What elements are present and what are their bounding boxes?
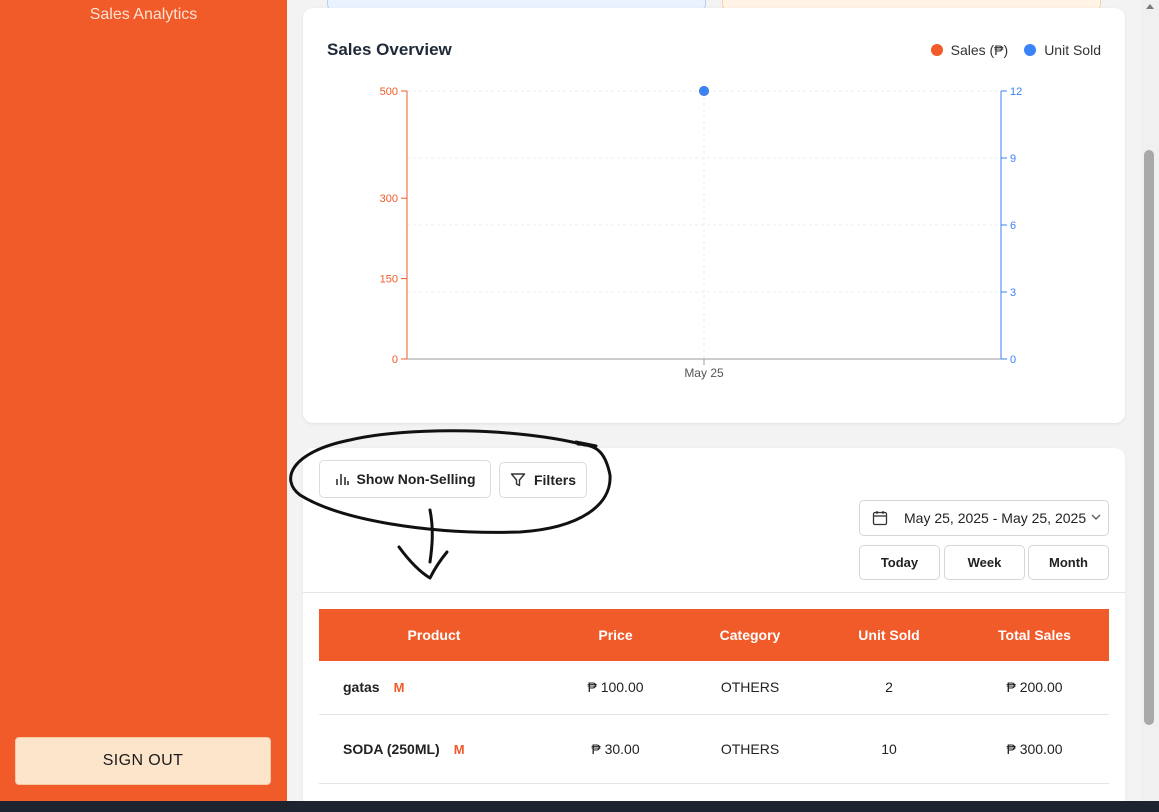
left-tick-label: 0 [392, 354, 398, 366]
left-tick-label: 500 [380, 86, 398, 98]
product-name: gatas [343, 679, 380, 696]
chart-legend: Sales (₱) Unit Sold [930, 42, 1101, 58]
divider [303, 592, 1125, 593]
filter-icon [510, 473, 526, 487]
column-header-unit-sold[interactable]: Unit Sold [818, 609, 960, 661]
table-header-row: Product Price Category Unit Sold Total S… [319, 609, 1109, 661]
x-tick-label: May 25 [684, 366, 724, 380]
legend-label-sales: Sales (₱) [950, 42, 1009, 58]
column-header-price[interactable]: Price [549, 609, 682, 661]
calendar-icon [872, 511, 888, 526]
product-badge: M [393, 680, 405, 696]
sales-table: Product Price Category Unit Sold Total S… [319, 609, 1109, 784]
product-cell: gatas M [319, 661, 549, 714]
bar-chart-icon [335, 474, 349, 485]
category-cell: OTHERS [720, 679, 780, 696]
right-tick-label: 12 [1010, 86, 1022, 98]
legend-item-sales[interactable]: Sales (₱) [930, 42, 1009, 58]
scroll-up-arrow-icon[interactable] [1146, 4, 1154, 9]
sign-out-button[interactable]: SIGN OUT [15, 737, 271, 785]
main-content: 0 150 300 500 0 3 6 9 12 May 25 Sales Overview Sa… [287, 0, 1141, 801]
unit-sold-cell: 2 [885, 679, 893, 696]
legend-label-unit-sold: Unit Sold [1044, 42, 1101, 58]
product-badge: M [453, 741, 465, 757]
right-tick-label: 3 [1010, 287, 1016, 299]
legend-dot-sales [930, 44, 943, 56]
filters-button[interactable]: Filters [499, 462, 587, 498]
chart-title: Sales Overview [327, 40, 452, 59]
sales-overview-card: 0 150 300 500 0 3 6 9 12 May 25 Sales Overview Sa… [303, 8, 1125, 423]
right-tick-label: 6 [1010, 220, 1016, 232]
show-non-selling-button[interactable]: Show Non-Selling [319, 460, 491, 498]
vertical-scrollbar[interactable] [1141, 0, 1159, 801]
column-header-category[interactable]: Category [682, 609, 818, 661]
chevron-down-icon [1091, 514, 1101, 520]
product-name: SODA (250ML) [343, 740, 440, 757]
left-tick-label: 150 [380, 274, 398, 286]
product-cell: SODA (250ML) M [319, 714, 549, 783]
sidebar-item-sales-analytics[interactable]: Sales Analytics [0, 6, 287, 24]
total-sales-cell: ₱ 200.00 [1006, 679, 1063, 696]
filters-label: Filters [533, 472, 576, 488]
total-sales-cell: ₱ 300.00 [1006, 740, 1063, 757]
legend-dot-unit-sold [1024, 44, 1037, 56]
period-month-button[interactable]: Month [1028, 545, 1109, 580]
date-range-value: May 25, 2025 - May 25, 2025 [904, 510, 1087, 526]
price-cell: ₱ 100.00 [587, 679, 644, 696]
scroll-thumb[interactable] [1144, 150, 1154, 725]
legend-item-unit-sold[interactable]: Unit Sold [1024, 42, 1101, 58]
period-week-button[interactable]: Week [944, 545, 1025, 580]
right-tick-label: 0 [1010, 354, 1016, 366]
table-row[interactable]: gatas M ₱ 100.00 OTHERS 2 ₱ 200.00 [319, 661, 1109, 714]
left-tick-label: 300 [380, 193, 398, 205]
right-tick-label: 9 [1010, 153, 1016, 165]
show-non-selling-label: Show Non-Selling [356, 471, 476, 487]
date-range-picker[interactable]: May 25, 2025 - May 25, 2025 [859, 500, 1109, 536]
column-header-product[interactable]: Product [319, 609, 549, 661]
period-today-button[interactable]: Today [859, 545, 940, 580]
column-header-total-sales[interactable]: Total Sales [960, 609, 1109, 661]
sales-table-card: Show Non-Selling Filters May 25, 2025 - … [303, 448, 1125, 801]
price-cell: ₱ 30.00 [591, 740, 640, 757]
unit-sold-cell: 10 [881, 740, 897, 757]
table-row[interactable]: SODA (250ML) M ₱ 30.00 OTHERS 10 ₱ 300.00 [319, 714, 1109, 783]
sidebar: Sales Analytics SIGN OUT [0, 0, 287, 801]
category-cell: OTHERS [720, 740, 780, 757]
sales-overview-chart: 0 150 300 500 0 3 6 9 12 May 25 [380, 86, 1022, 380]
unit-sold-point [699, 86, 709, 96]
taskbar [0, 801, 1159, 812]
